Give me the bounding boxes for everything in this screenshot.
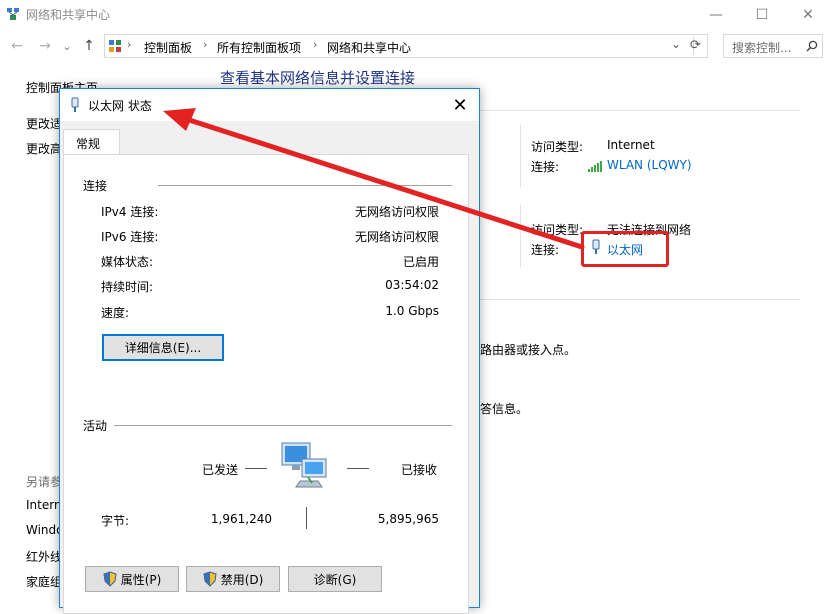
dialog-title: 以太网 状态 [88, 99, 152, 113]
address-dropdown-button[interactable]: ⌄ [671, 37, 681, 51]
media-state-label: 媒体状态: [101, 255, 154, 269]
sent-label: 已发送 [202, 463, 239, 477]
address-bar[interactable]: › 控制面板 › 所有控制面板项 › 网络和共享中心 ⌄ [104, 34, 708, 58]
ethernet-icon [71, 97, 79, 112]
breadcrumb-all-items[interactable]: 所有控制面板项 [217, 39, 301, 56]
duration-label: 持续时间: [101, 280, 154, 294]
divider [480, 110, 800, 111]
ipv4-value: 无网络访问权限 [354, 205, 439, 219]
recent-locations-button[interactable]: ⌄ [58, 36, 76, 56]
see-also-heading: 另请参 [26, 475, 63, 489]
group-divider [158, 185, 452, 186]
dialog-close-button[interactable]: ✕ [449, 94, 471, 116]
received-label: 已接收 [401, 463, 438, 477]
dialog-title-bar: 以太网 状态 ✕ [60, 89, 479, 121]
network-center-icon [7, 8, 19, 20]
access-type-label: 访问类型: [531, 223, 584, 237]
uac-shield-icon [103, 571, 117, 587]
ipv4-label: IPv4 连接: [101, 205, 159, 219]
see-also-homegroup[interactable]: 家庭组 [26, 573, 62, 590]
tab-panel: 连接 IPv4 连接: 无网络访问权限 IPv6 连接: 无网络访问权限 媒体状… [63, 154, 469, 614]
see-also-infrared[interactable]: 红外线 [26, 548, 62, 565]
access-type-value: Internet [607, 138, 655, 152]
bytes-sent-value: 1,961,240 [210, 512, 272, 526]
troubleshoot-description-fragment: 答信息。 [480, 402, 529, 416]
wlan-connection-link[interactable]: WLAN (LQWY) [607, 158, 692, 172]
properties-button[interactable]: 属性(P) [85, 566, 179, 592]
see-also-windows[interactable]: Windo [26, 523, 64, 537]
breadcrumb-network-center[interactable]: 网络和共享中心 [327, 39, 411, 56]
connection-label: 连接: [531, 243, 560, 257]
search-icon [806, 40, 818, 52]
maximize-button[interactable]: ☐ [739, 0, 785, 30]
tab-general-label: 常规 [76, 137, 101, 151]
setup-description-fragment: 路由器或接入点。 [480, 343, 577, 357]
connection-label: 连接: [531, 160, 560, 174]
annotation-highlight-box [581, 231, 669, 267]
diagnose-button[interactable]: 诊断(G) [288, 566, 382, 592]
wifi-signal-icon [588, 161, 602, 172]
uac-shield-icon [203, 571, 217, 587]
ethernet-status-dialog: 以太网 状态 ✕ 常规 连接 IPv4 连接: 无网络访问权限 IPv6 连接:… [59, 88, 480, 614]
speed-value: 1.0 Gbps [385, 304, 439, 318]
ipv6-label: IPv6 连接: [101, 230, 159, 244]
ipv6-value: 无网络访问权限 [354, 230, 439, 244]
network-activity-icon [281, 442, 327, 488]
tab-general[interactable]: 常规 [63, 129, 120, 155]
bytes-received-value: 5,895,965 [377, 512, 439, 526]
activity-group-label: 活动 [83, 419, 108, 433]
navigation-bar: ← → ⌄ ↑ › 控制面板 › 所有控制面板项 › 网络和共享中心 ⌄ ⟳ 搜… [0, 32, 831, 60]
window-title: 网络和共享中心 [26, 8, 111, 22]
sidebar-item-advanced[interactable]: 更改高 [26, 140, 62, 157]
details-button[interactable]: 详细信息(E)... [102, 334, 224, 361]
refresh-button[interactable]: ⟳ [690, 38, 701, 53]
divider [520, 205, 521, 267]
properties-button-label: 属性(P) [120, 572, 162, 587]
breadcrumb-separator: › [203, 38, 208, 51]
search-placeholder: 搜索控制... [732, 41, 792, 55]
page-title: 查看基本网络信息并设置连接 [220, 69, 416, 87]
bytes-divider [306, 507, 307, 529]
see-also-internet[interactable]: Intern [26, 498, 62, 512]
sent-line [245, 468, 267, 469]
bytes-label: 字节: [101, 514, 130, 528]
group-divider [114, 425, 452, 426]
disable-button[interactable]: 禁用(D) [186, 566, 280, 592]
received-line [347, 468, 369, 469]
breadcrumb-separator: › [313, 38, 318, 51]
close-window-button[interactable]: ✕ [785, 0, 831, 30]
up-button[interactable]: ↑ [80, 36, 98, 56]
sidebar-item-adapter[interactable]: 更改适 [26, 115, 62, 132]
media-state-value: 已启用 [402, 255, 439, 269]
control-panel-icon [109, 40, 121, 52]
access-type-label: 访问类型: [531, 140, 584, 154]
speed-label: 速度: [101, 306, 130, 320]
search-input[interactable]: 搜索控制... [723, 34, 823, 58]
back-button[interactable]: ← [8, 36, 26, 56]
connection-group-label: 连接 [83, 179, 108, 193]
duration-value: 03:54:02 [385, 278, 439, 292]
divider [480, 299, 800, 300]
forward-button[interactable]: → [36, 36, 54, 56]
window-title-bar: 网络和共享中心 — ☐ ✕ [0, 0, 831, 30]
minimize-button[interactable]: — [693, 0, 739, 30]
divider [520, 125, 521, 187]
disable-button-label: 禁用(D) [220, 572, 264, 587]
breadcrumb-separator: › [127, 38, 132, 51]
breadcrumb-control-panel[interactable]: 控制面板 [144, 39, 192, 56]
